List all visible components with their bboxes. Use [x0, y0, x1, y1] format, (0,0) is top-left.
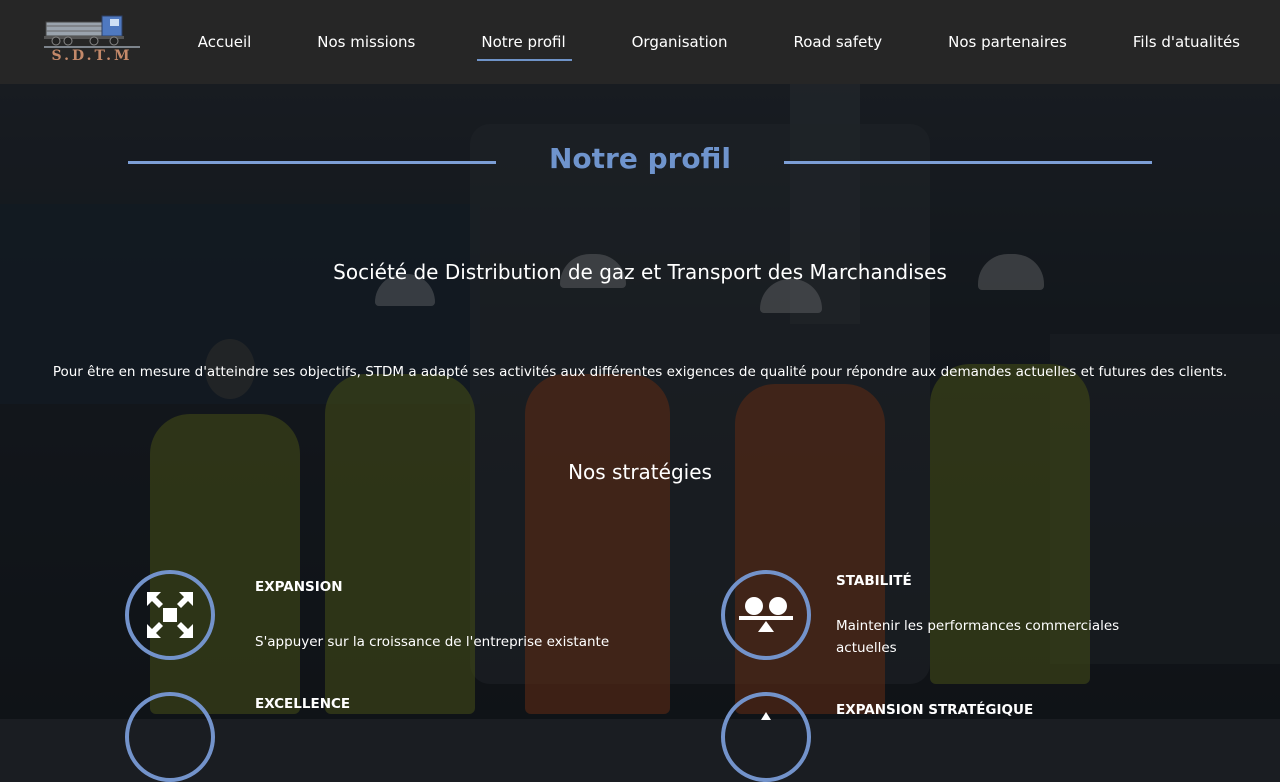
strategy-title: EXCELLENCE	[255, 696, 351, 712]
excellence-icon	[125, 692, 215, 782]
title-divider-right	[784, 161, 1152, 164]
strategy-title: STABILITÉ	[836, 573, 912, 589]
section-title-block: Notre profil	[128, 142, 1152, 182]
page-title: Notre profil	[548, 142, 732, 175]
balance-icon	[721, 570, 811, 660]
main-content: Notre profil Société de Distribution de …	[0, 84, 1280, 782]
site-logo[interactable]: S.D.T.M	[44, 12, 142, 68]
strategy-title: EXPANSION STRATÉGIQUE	[836, 702, 1034, 718]
strategy-description: Maintenir les performances commerciales …	[836, 618, 1120, 656]
nav-item-accueil[interactable]: Accueil	[196, 25, 254, 59]
nav-item-road-safety[interactable]: Road safety	[791, 25, 884, 59]
site-header: S.D.T.M Accueil Nos missions Notre profi…	[0, 0, 1280, 84]
expand-arrows-icon	[125, 570, 215, 660]
strategic-expansion-icon	[721, 692, 811, 782]
strategy-title: EXPANSION	[255, 579, 343, 595]
nav-item-fils-actualites[interactable]: Fils d'atualités	[1131, 25, 1242, 59]
nav-item-nos-partenaires[interactable]: Nos partenaires	[946, 25, 1069, 59]
logo-text: S.D.T.M	[51, 48, 133, 64]
nav-item-organisation[interactable]: Organisation	[630, 25, 730, 59]
strategy-description: S'appuyer sur la croissance de l'entrepr…	[255, 634, 610, 650]
strategies-heading: Nos stratégies	[568, 460, 712, 484]
main-navigation: Accueil Nos missions Notre profil Organi…	[134, 0, 1242, 84]
intro-paragraph: Pour être en mesure d'atteindre ses obje…	[52, 364, 1228, 380]
nav-item-nos-missions[interactable]: Nos missions	[315, 25, 417, 59]
truck-icon	[44, 15, 140, 48]
nav-item-notre-profil[interactable]: Notre profil	[477, 25, 572, 61]
company-full-name: Société de Distribution de gaz et Transp…	[333, 260, 947, 284]
